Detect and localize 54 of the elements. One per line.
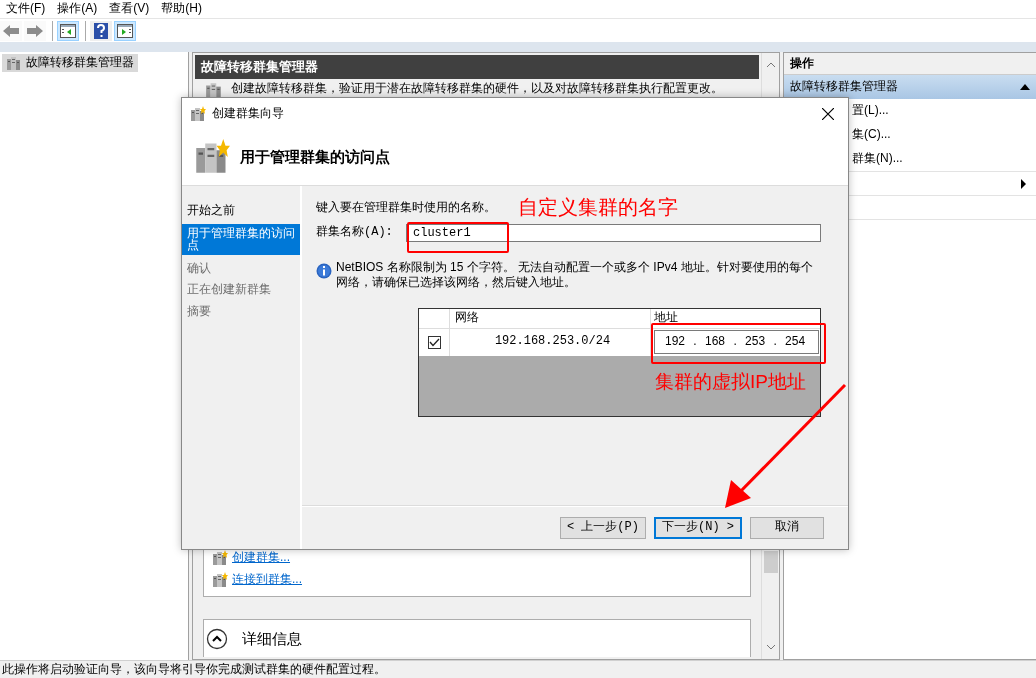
wizard-button[interactable]: < 上一步(P) [559, 517, 646, 539]
info-icon [316, 262, 332, 279]
table-cell: 192.168.253.0/24 [494, 334, 611, 350]
wizard-step[interactable]: 开始之前 [182, 202, 300, 219]
panel-icon [117, 23, 133, 38]
action-item[interactable]: 群集(N)... [852, 151, 903, 167]
prompt-text: 键入要在管理群集时使用的名称。 [316, 200, 496, 214]
annotation-note: 自定义集群的名字 [518, 195, 678, 220]
wizard-heading: 用于管理群集的访问点 [240, 147, 390, 167]
window-title: 创建群集向导 [212, 105, 284, 122]
checkbox[interactable] [427, 335, 441, 349]
menu-item[interactable]: 操作(A) [51, 0, 104, 18]
link[interactable]: 创建群集... [232, 550, 290, 566]
close-icon [822, 107, 834, 120]
server-star-icon [194, 139, 230, 175]
wizard-button[interactable]: 下一步(N) > [654, 517, 742, 539]
toolbar-button[interactable] [114, 20, 136, 41]
scroll-up-icon[interactable] [765, 61, 776, 69]
menu-item[interactable]: 文件(F) [0, 0, 52, 18]
panel-icon [60, 23, 76, 38]
pane-title: 故障转移群集管理器 [195, 55, 759, 79]
action-item[interactable]: 置(L)... [852, 103, 889, 119]
scroll-down-icon[interactable] [765, 643, 776, 651]
column-header: 地址 [653, 309, 679, 327]
description-text: 创建故障转移群集，验证用于潜在故障转移群集的硬件，以及对故障转移群集执行配置更改。 [231, 81, 723, 97]
annotation-note: 集群的虚拟IP地址 [655, 370, 806, 394]
toolbar-button[interactable] [90, 20, 112, 41]
status-text: 此操作将启动验证向导，该向导将引导你完成测试群集的硬件配置过程。 [2, 662, 386, 676]
back-icon [3, 23, 19, 38]
forward-icon [27, 23, 43, 38]
section-title: 详细信息 [242, 628, 302, 649]
wizard-button[interactable]: 取消 [750, 517, 824, 539]
server-star-icon [190, 105, 206, 122]
info-text: NetBIOS 名称限制为 15 个字符。 无法自动配置一个或多个 IPv4 地址。针对要使用的每个网络，请确保已选择该网络，然后键入地址。 [336, 259, 814, 290]
collapse-icon[interactable] [206, 627, 228, 650]
link[interactable]: 连接到群集... [232, 572, 302, 588]
field-label: 群集名称(A): [316, 224, 394, 241]
cluster-name-field[interactable]: cluster1 [406, 223, 821, 242]
server-icon [6, 55, 22, 71]
submenu-arrow-icon [1021, 178, 1026, 189]
menu-item[interactable]: 帮助(H) [155, 0, 208, 18]
column-header: 网络 [450, 308, 651, 328]
server-star-icon [212, 572, 228, 588]
ip-address-field[interactable]: 192 . 168 . 253 . 254 [654, 330, 819, 355]
tree-item[interactable]: 故障转移群集管理器 [2, 54, 138, 72]
toolbar-button[interactable] [57, 20, 79, 41]
collapse-icon [1020, 84, 1030, 90]
scroll-thumb[interactable] [763, 551, 778, 573]
action-group[interactable]: 故障转移群集管理器 [784, 75, 1036, 99]
pane-title: 操作 [784, 53, 1036, 75]
wizard-step[interactable]: 用于管理群集的访问点 [182, 223, 300, 255]
menu-item[interactable]: 查看(V) [103, 0, 156, 18]
help-icon [94, 22, 108, 39]
action-item[interactable]: 集(C)... [852, 127, 891, 143]
